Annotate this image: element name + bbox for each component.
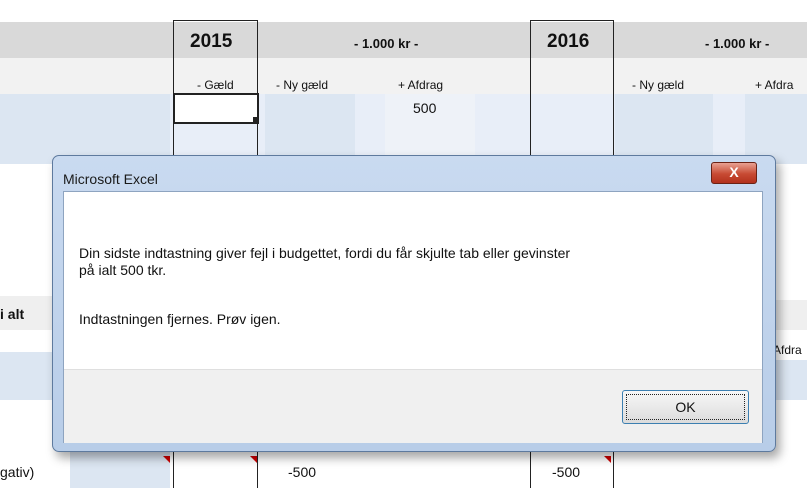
year-2016-label: 2016 bbox=[547, 31, 590, 52]
input-cell[interactable] bbox=[745, 94, 807, 164]
comment-marker-icon bbox=[250, 456, 257, 463]
active-cell[interactable] bbox=[173, 93, 259, 124]
input-cell[interactable] bbox=[0, 352, 52, 400]
row-label: gativ) bbox=[0, 464, 35, 480]
column-header-ny-gaeld: - Ny gæld bbox=[276, 78, 329, 92]
close-icon: X bbox=[729, 164, 739, 180]
close-button[interactable]: X bbox=[711, 162, 757, 184]
input-cell[interactable] bbox=[265, 94, 355, 164]
year-2015-label: 2015 bbox=[190, 31, 233, 52]
column-header-gaeld: - Gæld bbox=[197, 78, 234, 92]
message-text: Indtastningen fjernes. Prøv igen. bbox=[79, 311, 281, 327]
section-header-band bbox=[774, 300, 807, 330]
input-cell[interactable] bbox=[0, 94, 170, 164]
message-dialog: Microsoft Excel X Din sidste indtastning… bbox=[52, 155, 776, 452]
column-header-afdrag: + Afdrag bbox=[398, 78, 444, 92]
section-label: i alt bbox=[0, 306, 25, 322]
input-cell[interactable] bbox=[70, 452, 170, 488]
cell-value[interactable]: -500 bbox=[288, 464, 316, 480]
unit-label: - 1.000 kr - bbox=[354, 36, 419, 51]
message-text: Din sidste indtastning giver fejl i budg… bbox=[79, 245, 571, 261]
fill-handle[interactable] bbox=[253, 117, 258, 122]
column-header-afdrag: + Afdra bbox=[755, 78, 794, 92]
column-header-afdrag: Afdra bbox=[773, 343, 802, 357]
unit-label: - 1.000 kr - bbox=[705, 36, 770, 51]
column-header-ny-gaeld: - Ny gæld bbox=[632, 78, 685, 92]
message-text: på ialt 500 tkr. bbox=[79, 262, 167, 278]
cell-value[interactable]: -500 bbox=[552, 464, 580, 480]
cell-value[interactable]: 500 bbox=[413, 100, 436, 116]
dialog-body: Din sidste indtastning giver fejl i budg… bbox=[63, 191, 763, 443]
input-cell[interactable] bbox=[615, 94, 713, 164]
dialog-title: Microsoft Excel bbox=[63, 171, 158, 187]
ok-button[interactable]: OK bbox=[622, 390, 749, 424]
dialog-footer: OK bbox=[64, 369, 762, 443]
comment-marker-icon bbox=[604, 456, 611, 463]
comment-marker-icon bbox=[163, 456, 170, 463]
input-cell[interactable] bbox=[774, 360, 807, 400]
